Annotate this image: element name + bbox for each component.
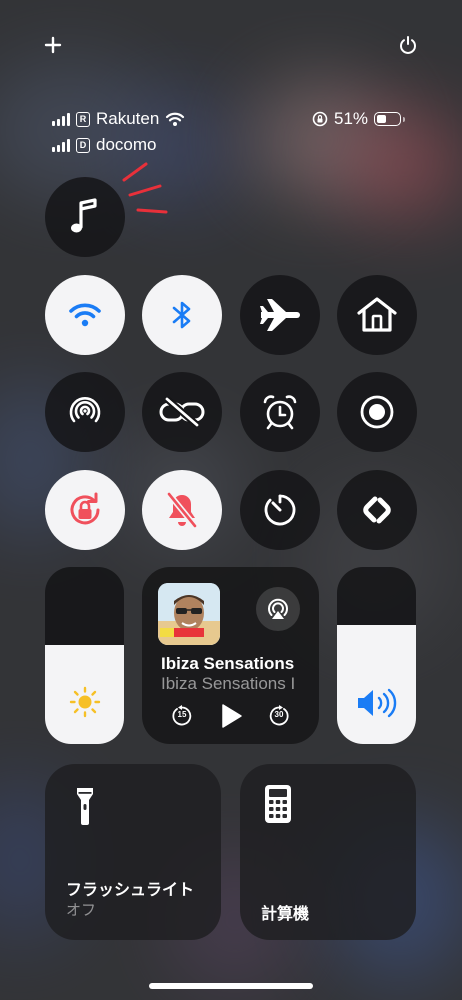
track-title: Ibiza Sensations [161, 654, 295, 673]
flashlight-icon [77, 788, 93, 825]
link-toggle[interactable] [142, 372, 222, 452]
skip-back-button[interactable]: 15 [171, 704, 193, 726]
timer-button[interactable] [240, 470, 320, 550]
skip-forward-button[interactable]: 30 [268, 704, 290, 726]
wifi-icon [69, 303, 101, 327]
add-button[interactable] [40, 32, 66, 58]
brightness-slider[interactable] [45, 567, 124, 744]
album-art[interactable] [158, 583, 220, 645]
home-indicator[interactable] [149, 983, 313, 989]
calculator-icon [265, 785, 291, 823]
skip-forward-seconds: 30 [274, 710, 284, 719]
home-button[interactable] [337, 275, 417, 355]
battery-icon [374, 112, 406, 126]
orientation-lock-status-icon [312, 111, 328, 127]
play-button[interactable] [218, 703, 244, 734]
airplane-mode-toggle[interactable] [240, 275, 320, 355]
annotation-marks [122, 162, 168, 214]
carrier-name-2: docomo [96, 135, 157, 154]
alarm-button[interactable] [240, 372, 320, 452]
airdrop-icon [69, 397, 101, 423]
bluetooth-icon [172, 301, 191, 329]
volume-fill [337, 625, 416, 744]
sun-icon [69, 686, 101, 718]
calculator-tile[interactable]: 計算機 [240, 764, 416, 940]
battery-percent: 51% [334, 109, 369, 128]
shazam-button[interactable] [337, 470, 417, 550]
timer-icon [264, 494, 296, 526]
carrier-row-1: R Rakuten [52, 109, 185, 129]
shazam-icon [363, 496, 391, 524]
power-icon [400, 36, 416, 54]
alarm-clock-icon [263, 395, 297, 430]
now-playing-widget[interactable]: Ibiza Sensations Ibiza Sensations I 15 3… [142, 567, 319, 744]
music-recognition-button[interactable] [45, 177, 125, 257]
carrier-name-1: Rakuten [96, 109, 160, 128]
airplay-button[interactable] [256, 587, 300, 631]
flashlight-state: オフ [66, 902, 97, 919]
wifi-toggle[interactable] [45, 275, 125, 355]
rotation-lock-toggle[interactable] [45, 470, 125, 550]
carrier-row-2: D docomo [52, 135, 156, 155]
speaker-volume-icon [358, 688, 397, 718]
track-subtitle: Ibiza Sensations I [161, 674, 296, 693]
power-button[interactable] [395, 32, 421, 58]
play-icon [222, 704, 242, 728]
volume-slider[interactable] [337, 567, 416, 744]
signal-bars-icon [52, 138, 70, 152]
skip-back-seconds: 15 [177, 710, 187, 719]
rotation-lock-icon [70, 492, 100, 525]
airdrop-button[interactable] [45, 372, 125, 452]
screen-record-icon [360, 395, 394, 429]
airplane-icon [260, 299, 300, 331]
link-slash-icon [159, 397, 205, 427]
sim-badge-d: D [76, 137, 90, 153]
home-icon [357, 297, 397, 332]
battery-status: 51% [312, 109, 406, 129]
plus-icon [44, 36, 62, 54]
airplay-audio-icon [268, 598, 288, 619]
signal-bars-icon [52, 112, 70, 126]
music-note-icon [71, 198, 97, 233]
calculator-label: 計算機 [261, 906, 310, 923]
album-art-image [158, 583, 220, 645]
wifi-status-icon [166, 112, 185, 126]
bluetooth-toggle[interactable] [142, 275, 222, 355]
flashlight-label: フラッシュライト [66, 882, 195, 899]
bell-slash-icon [166, 492, 198, 528]
sim-badge-r: R [76, 111, 90, 127]
flashlight-tile[interactable]: フラッシュライト オフ [45, 764, 221, 940]
silent-mode-toggle[interactable] [142, 470, 222, 550]
screen-record-button[interactable] [337, 372, 417, 452]
